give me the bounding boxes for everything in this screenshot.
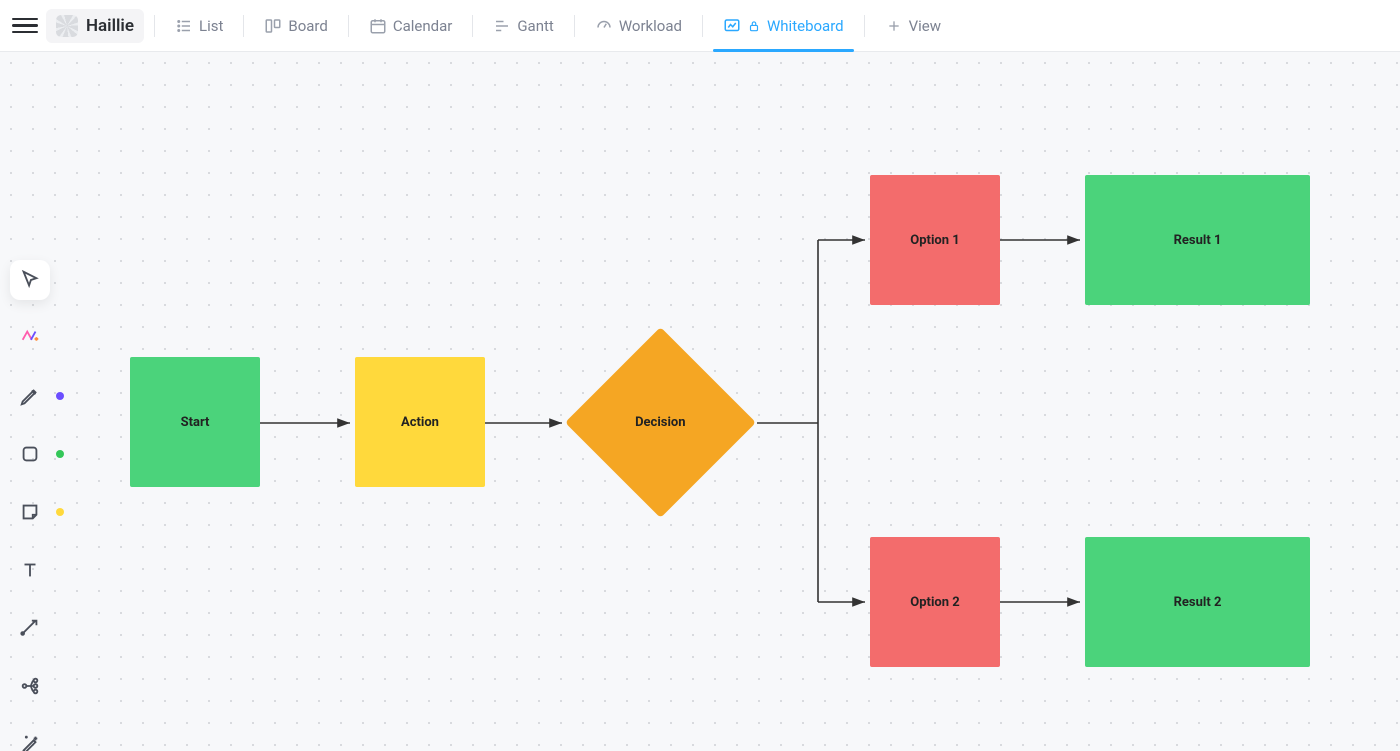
color-indicator [56, 392, 64, 400]
tool-mindmap[interactable] [10, 666, 50, 706]
divider [472, 15, 473, 37]
divider [864, 15, 865, 37]
divider [702, 15, 703, 37]
node-label: Result 2 [1174, 595, 1222, 610]
tool-magic[interactable] [10, 724, 50, 751]
node-label: Option 1 [910, 233, 959, 248]
tab-label: View [909, 17, 941, 35]
whiteboard-toolbar [8, 260, 52, 751]
space-chip[interactable]: Haillie [46, 9, 144, 43]
calendar-icon [369, 17, 387, 35]
tab-label: Whiteboard [767, 17, 844, 35]
lock-icon [747, 19, 761, 33]
color-indicator [56, 508, 64, 516]
space-name: Haillie [86, 16, 134, 36]
top-bar: Haillie List Board Calendar Gantt Worklo [0, 0, 1400, 52]
tab-label: List [199, 17, 223, 35]
divider [574, 15, 575, 37]
tab-calendar[interactable]: Calendar [359, 7, 463, 45]
list-icon [175, 17, 193, 35]
tool-pen[interactable] [10, 376, 50, 416]
tool-select[interactable] [10, 260, 50, 300]
node-label: Decision [635, 415, 685, 430]
tab-label: Calendar [393, 17, 453, 35]
space-badge-icon [56, 15, 78, 37]
node-label: Result 1 [1174, 233, 1222, 248]
tab-list[interactable]: List [165, 7, 233, 45]
node-option-1[interactable]: Option 1 [870, 175, 1000, 305]
gantt-icon [493, 17, 511, 35]
node-label: Action [401, 415, 439, 430]
color-indicator [56, 450, 64, 458]
node-start[interactable]: Start [130, 357, 260, 487]
node-label: Start [181, 415, 210, 430]
node-decision[interactable]: Decision [565, 327, 755, 517]
divider [243, 15, 244, 37]
board-icon [264, 17, 282, 35]
divider [348, 15, 349, 37]
workload-icon [595, 17, 613, 35]
tool-sticky[interactable] [10, 492, 50, 532]
tool-connector[interactable] [10, 608, 50, 648]
tab-board[interactable]: Board [254, 7, 337, 45]
node-label: Option 2 [910, 595, 959, 610]
divider [154, 15, 155, 37]
node-action[interactable]: Action [355, 357, 485, 487]
tool-shape[interactable] [10, 434, 50, 474]
tab-gantt[interactable]: Gantt [483, 7, 563, 45]
plus-icon [885, 17, 903, 35]
tab-whiteboard[interactable]: Whiteboard [713, 7, 854, 45]
node-result-1[interactable]: Result 1 [1085, 175, 1310, 305]
tool-text[interactable] [10, 550, 50, 590]
whiteboard-canvas[interactable]: Start Action Decision Option 1 Option 2 … [0, 52, 1400, 751]
tab-workload[interactable]: Workload [585, 7, 692, 45]
tab-label: Workload [619, 17, 682, 35]
node-result-2[interactable]: Result 2 [1085, 537, 1310, 667]
tab-label: Gantt [517, 17, 553, 35]
whiteboard-icon [723, 17, 741, 35]
node-option-2[interactable]: Option 2 [870, 537, 1000, 667]
add-view-button[interactable]: View [875, 7, 951, 45]
tool-ai[interactable] [10, 318, 50, 358]
menu-button[interactable] [12, 13, 38, 39]
tab-label: Board [288, 17, 327, 35]
